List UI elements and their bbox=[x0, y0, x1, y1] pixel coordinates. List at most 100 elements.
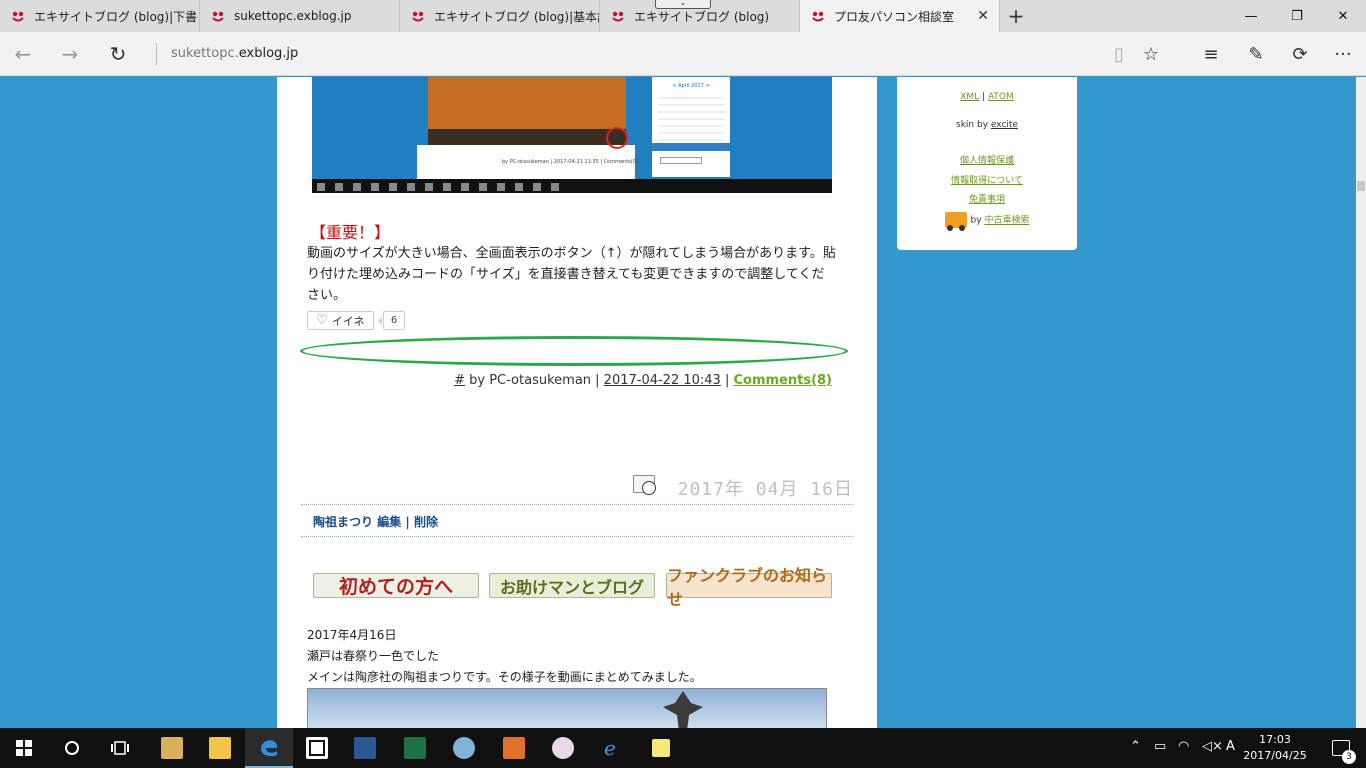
wifi-icon[interactable]: ◠ bbox=[1178, 739, 1189, 754]
screenshot-calendar-title: < April 2017 > bbox=[672, 83, 710, 89]
festival-video-thumbnail[interactable] bbox=[307, 688, 827, 728]
post-date-link[interactable]: 2017-04-22 10:43 bbox=[604, 373, 721, 388]
atom-link[interactable]: ATOM bbox=[988, 92, 1014, 102]
tab-1[interactable]: エキサイトブログ (blog)|下書き bbox=[0, 0, 200, 32]
taskbar-app-sticky-notes[interactable] bbox=[637, 728, 685, 768]
folder-icon bbox=[209, 737, 231, 759]
tab-2[interactable]: sukettopc.exblog.jp bbox=[200, 0, 400, 32]
windows-logo-icon bbox=[16, 740, 32, 756]
taskbar-app-explorer[interactable] bbox=[196, 728, 244, 768]
store-icon bbox=[306, 737, 328, 759]
cortana-circle-icon bbox=[65, 741, 79, 755]
battery-icon[interactable]: ▭ bbox=[1154, 739, 1166, 754]
post-paragraph: 動画のサイズが大きい場合、全画面表示のボタン（↑）が隠れてしまう場合があります。… bbox=[307, 246, 836, 303]
used-car-link[interactable]: 中古車検索 bbox=[984, 216, 1029, 226]
taskbar-app-store[interactable] bbox=[293, 728, 341, 768]
by-prefix: by bbox=[970, 215, 985, 226]
minimize-button[interactable]: — bbox=[1228, 0, 1274, 32]
tab-5-active[interactable]: プロ友パソコン相談室 ✕ bbox=[800, 0, 1000, 32]
taskbar-app-photos[interactable] bbox=[148, 728, 196, 768]
disclaimer-link[interactable]: 免責事項 bbox=[969, 195, 1005, 205]
tab-title: エキサイトブログ (blog) bbox=[634, 9, 770, 24]
privacy-link[interactable]: 個人情報保護 bbox=[960, 156, 1014, 166]
info-policy-link[interactable]: 情報取得について bbox=[951, 176, 1023, 186]
page-scrollbar[interactable] bbox=[1356, 77, 1366, 728]
banner-fanclub[interactable]: ファンクラブのお知らせ bbox=[666, 566, 832, 609]
banner-first-time[interactable]: 初めての方へ bbox=[313, 573, 479, 598]
tab-close-icon[interactable]: ✕ bbox=[977, 8, 989, 24]
heart-icon: ♡ bbox=[316, 313, 328, 328]
like-button[interactable]: ♡ イイネ bbox=[307, 311, 374, 330]
excite-favicon-icon bbox=[12, 11, 24, 22]
taskbar-app-paint[interactable] bbox=[440, 728, 488, 768]
refresh-button[interactable]: ↻ bbox=[103, 40, 133, 68]
taskbar-app-edge[interactable] bbox=[245, 728, 293, 768]
more-icon[interactable]: ··· bbox=[1328, 40, 1358, 68]
url-prefix: sukettopc. bbox=[171, 46, 239, 61]
clock[interactable]: 17:03 2017/04/25 bbox=[1240, 732, 1310, 764]
blog-main-column: by PC-otasukeman | 2017-04-21 11:35 | Co… bbox=[277, 77, 877, 728]
tab-title: プロ友パソコン相談室 bbox=[834, 9, 955, 24]
start-button[interactable] bbox=[0, 728, 48, 768]
svg-text:e: e bbox=[604, 737, 616, 759]
like-label: イイネ bbox=[331, 314, 365, 328]
festival-figure bbox=[663, 691, 703, 728]
task-view-icon bbox=[111, 741, 129, 755]
important-heading: 【重要！】 bbox=[310, 223, 391, 242]
tab-3[interactable]: エキサイトブログ (blog)|基本設 bbox=[400, 0, 600, 32]
delete-link[interactable]: 削除 bbox=[414, 515, 438, 529]
excite-link[interactable]: excite bbox=[991, 120, 1018, 130]
taskbar-app-character[interactable] bbox=[539, 728, 587, 768]
screenshot-search bbox=[660, 157, 702, 164]
edge-icon bbox=[261, 740, 278, 757]
system-tray: ⌃ ▭ ◠ ◁× A 17:03 2017/04/25 3 bbox=[1116, 728, 1366, 768]
excite-favicon-icon bbox=[812, 11, 824, 22]
xml-link[interactable]: XML bbox=[960, 92, 979, 102]
comments-link[interactable]: Comments(8) bbox=[733, 373, 832, 388]
excite-favicon-icon bbox=[612, 11, 624, 22]
close-window-button[interactable]: ✕ bbox=[1320, 0, 1366, 32]
screenshot-taskbar bbox=[312, 179, 832, 193]
hub-icon[interactable]: ≡ bbox=[1196, 40, 1226, 68]
taskbar-app-word[interactable] bbox=[341, 728, 389, 768]
title-separator: | bbox=[405, 515, 410, 529]
tab-preview-chevron-icon[interactable]: ⌄ bbox=[655, 0, 711, 9]
paint-icon bbox=[453, 737, 475, 759]
entry2-line: メインは陶彦社の陶祖まつりです。その様子を動画にまとめてみました。 bbox=[307, 670, 702, 684]
web-note-icon[interactable]: ✎ bbox=[1241, 40, 1271, 68]
url-separator bbox=[156, 43, 157, 65]
character-icon bbox=[552, 737, 574, 759]
task-view-button[interactable] bbox=[96, 728, 144, 768]
edit-link[interactable]: 編集 bbox=[377, 515, 401, 529]
new-tab-button[interactable]: + bbox=[1000, 0, 1032, 32]
excite-favicon-icon bbox=[212, 11, 224, 22]
tab-title: sukettopc.exblog.jp bbox=[234, 9, 352, 23]
share-icon[interactable]: ⟳ bbox=[1285, 40, 1315, 68]
taskbar-app-toolbox[interactable] bbox=[490, 728, 538, 768]
screenshot-calendar-grid bbox=[658, 92, 724, 144]
back-button[interactable]: ← bbox=[8, 40, 38, 68]
cortana-button[interactable] bbox=[48, 728, 96, 768]
taskbar-app-ie[interactable]: e bbox=[588, 728, 636, 768]
favorite-star-icon[interactable]: ☆ bbox=[1136, 40, 1166, 68]
forward-button[interactable]: → bbox=[55, 40, 85, 68]
scroll-thumb[interactable] bbox=[1357, 181, 1365, 191]
entry2-line: 瀬戸は春祭り一色でした bbox=[307, 649, 440, 663]
tray-chevron-up-icon[interactable]: ⌃ bbox=[1130, 739, 1141, 754]
entry2-line: 2017年4月16日 bbox=[307, 628, 397, 642]
banner-otasukeman-blog[interactable]: お助けマンとブログ bbox=[489, 573, 655, 598]
tab-title: エキサイトブログ (blog)|下書き bbox=[34, 9, 199, 24]
post-meta: # by PC-otasukeman | 2017-04-22 10:43 | … bbox=[454, 373, 832, 388]
window-controls: — ❐ ✕ bbox=[1228, 0, 1366, 32]
taskbar-app-excel[interactable] bbox=[391, 728, 439, 768]
green-highlight-ellipse bbox=[300, 336, 848, 366]
permalink-link[interactable]: # bbox=[454, 373, 465, 388]
reading-view-icon[interactable]: ▯ bbox=[1104, 40, 1134, 68]
toolbox-icon bbox=[503, 737, 525, 759]
embedded-screenshot-image: by PC-otasukeman | 2017-04-21 11:35 | Co… bbox=[312, 77, 832, 193]
photos-app-icon bbox=[161, 737, 183, 759]
volume-muted-icon[interactable]: ◁× bbox=[1202, 739, 1223, 754]
ime-indicator[interactable]: A bbox=[1226, 739, 1235, 754]
restore-button[interactable]: ❐ bbox=[1274, 0, 1320, 32]
url-field[interactable]: sukettopc.exblog.jp bbox=[171, 46, 298, 61]
